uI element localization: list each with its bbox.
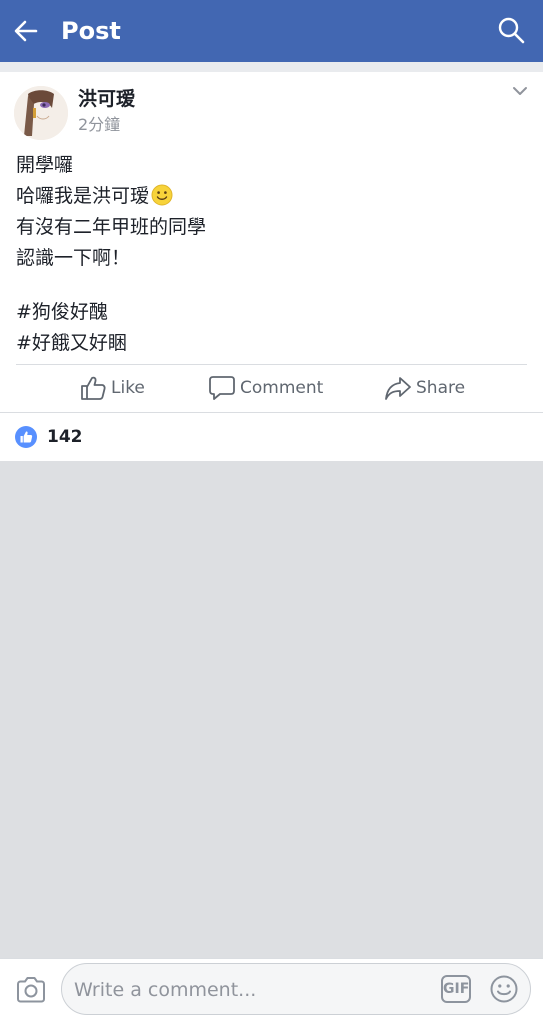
- post-line-with-emoji: 哈囉我是洪可瑷: [16, 181, 526, 212]
- comment-composer: Write a comment... GIF: [0, 958, 543, 1025]
- smiley-emoji-icon: [151, 184, 173, 206]
- like-button[interactable]: Like: [79, 365, 145, 411]
- post-line: 認識一下啊！: [16, 247, 131, 269]
- hashtag-line[interactable]: #狗俊好醜: [16, 297, 526, 328]
- chevron-down-icon[interactable]: [511, 84, 529, 98]
- comment-label: Comment: [240, 378, 324, 398]
- post-timestamp[interactable]: 2分鐘: [78, 114, 120, 136]
- page-title: Post: [61, 17, 121, 45]
- post-body: 開學囉 哈囉我是洪可瑷 有沒有二年甲班的同學 認識一下啊！ #狗俊好醜 #好餓又…: [16, 150, 526, 359]
- back-arrow-icon[interactable]: [12, 17, 40, 45]
- post-blank-line: [16, 274, 526, 297]
- like-label: Like: [111, 378, 145, 398]
- share-button[interactable]: Share: [384, 365, 465, 411]
- post-line-text: 哈囉我是洪可瑷: [16, 185, 150, 207]
- top-app-bar: Post: [0, 0, 543, 62]
- hashtag-line[interactable]: #好餓又好睏: [16, 328, 526, 359]
- post-actions: Like Comment Share: [0, 365, 543, 411]
- share-label: Share: [416, 378, 466, 398]
- gif-button[interactable]: GIF: [441, 975, 471, 1003]
- post-line: 開學囉: [16, 154, 74, 176]
- thumbs-up-icon: [81, 376, 106, 400]
- comment-input[interactable]: Write a comment... GIF: [61, 963, 531, 1015]
- post-author[interactable]: 洪可瑷: [78, 86, 135, 112]
- search-icon[interactable]: [497, 16, 525, 44]
- avatar[interactable]: [14, 86, 68, 140]
- comment-button[interactable]: Comment: [208, 365, 323, 411]
- emoji-icon[interactable]: [489, 974, 519, 1004]
- share-arrow-icon: [385, 377, 411, 400]
- feed-gap: [0, 62, 543, 72]
- post-card: 洪可瑷 2分鐘 開學囉 哈囉我是洪可瑷 有沒有二年甲班的同學 認識一下啊！ #狗…: [0, 72, 543, 461]
- like-reaction-icon: [15, 426, 37, 448]
- reactions-summary[interactable]: 142: [0, 413, 543, 461]
- comment-placeholder: Write a comment...: [74, 979, 257, 1001]
- post-line: 有沒有二年甲班的同學: [16, 216, 207, 238]
- camera-icon[interactable]: [15, 975, 47, 1005]
- reaction-count: 142: [47, 427, 83, 447]
- speech-bubble-icon: [209, 376, 235, 400]
